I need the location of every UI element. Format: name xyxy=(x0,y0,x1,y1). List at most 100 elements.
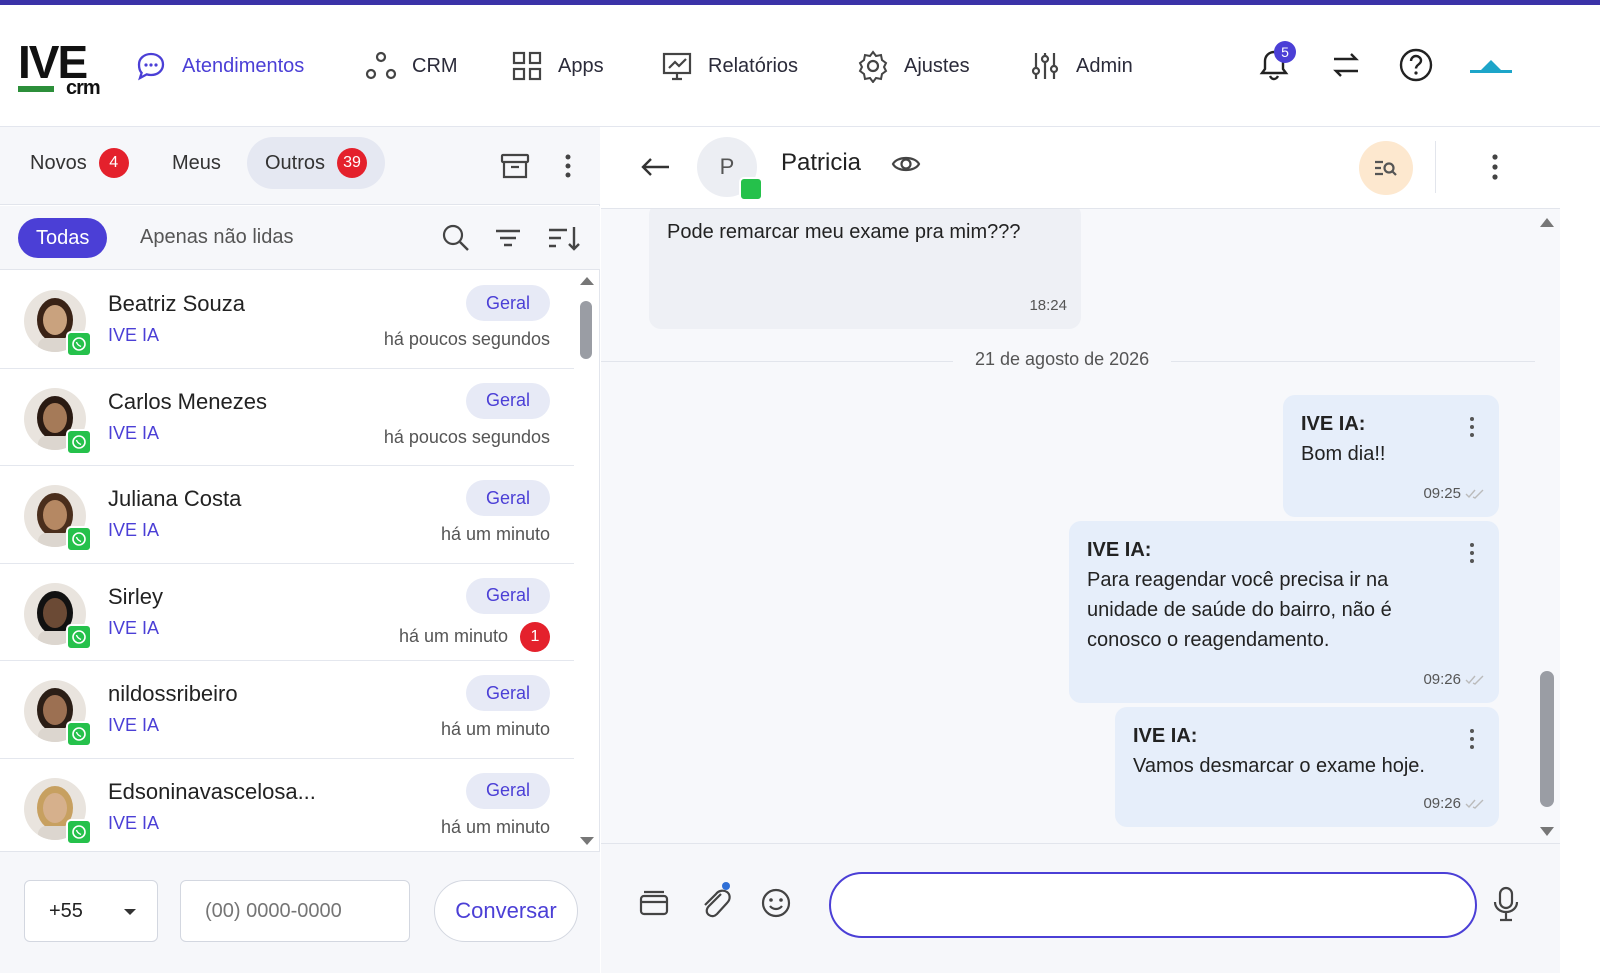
nav-label: Admin xyxy=(1076,54,1133,77)
country-code-select[interactable]: +55 xyxy=(24,880,158,942)
message-text: Pode remarcar meu exame pra mim??? xyxy=(667,221,1021,243)
message-text: Vamos desmarcar o exame hoje. xyxy=(1133,755,1425,777)
message-menu-icon[interactable] xyxy=(1467,727,1477,751)
nav-crm[interactable]: CRM xyxy=(364,5,458,127)
message-menu-icon[interactable] xyxy=(1467,415,1477,439)
contact-time: há um minuto 1 xyxy=(399,621,550,652)
message-text: Para reagendar você precisa ir na unidad… xyxy=(1087,569,1392,651)
tab-label: Novos xyxy=(30,151,87,174)
whatsapp-icon xyxy=(66,721,92,747)
contact-time: há poucos segundos xyxy=(383,426,550,447)
quick-replies-icon[interactable] xyxy=(637,886,671,920)
scroll-up-arrow-icon[interactable] xyxy=(578,271,596,289)
scroll-thumb[interactable] xyxy=(580,301,592,359)
chevron-down-icon xyxy=(124,909,136,915)
nav-label: Atendimentos xyxy=(182,54,305,77)
incoming-message: Pode remarcar meu exame pra mim??? 18:24 xyxy=(649,209,1081,329)
emoji-icon[interactable] xyxy=(759,886,793,920)
filter-bar: Todas Apenas não lidas xyxy=(0,206,600,270)
filter-todas-button[interactable]: Todas xyxy=(18,218,108,258)
transfer-button[interactable] xyxy=(1326,45,1366,85)
department-tag: Geral xyxy=(465,772,550,809)
double-check-icon xyxy=(1465,675,1484,685)
whatsapp-icon xyxy=(66,526,92,552)
tab-label: Meus xyxy=(172,151,221,174)
scroll-down-arrow-icon[interactable] xyxy=(578,833,596,851)
date-separator: 21 de agosto de 2026 xyxy=(953,349,1172,370)
outgoing-message: IVE IA: Bom dia!! 09:25 xyxy=(1283,395,1499,517)
nav-atendimentos[interactable]: Atendimentos xyxy=(134,5,304,127)
message-text: Bom dia!! xyxy=(1301,443,1386,465)
department-tag: Geral xyxy=(465,675,550,711)
contact-name[interactable]: Patricia xyxy=(781,149,861,177)
contact-list-item[interactable]: nildossribeiro IVE IA Geral há um minuto xyxy=(0,661,574,759)
contact-agent: IVE IA xyxy=(108,617,160,638)
microphone-icon[interactable] xyxy=(1489,884,1523,924)
contact-list-item[interactable]: Sirley IVE IA Geral há um minuto 1 xyxy=(0,563,574,661)
sliders-icon xyxy=(1031,53,1059,79)
message-sender: IVE IA: xyxy=(1087,539,1152,561)
company-logo-avatar[interactable] xyxy=(1466,45,1516,85)
help-button[interactable] xyxy=(1396,45,1436,85)
tab-meus[interactable]: Meus xyxy=(154,137,239,189)
more-vertical-icon[interactable] xyxy=(556,149,580,183)
tab-outros[interactable]: Outros 39 xyxy=(247,137,386,189)
department-tag: Geral xyxy=(465,382,550,419)
gear-icon xyxy=(858,50,888,83)
nav-ajustes[interactable]: Ajustes xyxy=(856,5,970,127)
message-sender: IVE IA: xyxy=(1301,413,1366,435)
contact-list-item[interactable]: Juliana Costa IVE IA Geral há um minuto xyxy=(0,466,574,564)
tab-novos[interactable]: Novos 4 xyxy=(12,137,147,189)
top-navigation-bar: IVE crm Atendimentos CRM Apps Relatórios… xyxy=(0,5,1600,127)
swap-arrows-icon xyxy=(1333,53,1359,77)
phone-input[interactable] xyxy=(180,880,410,942)
message-time: 18:24 xyxy=(1029,297,1067,314)
more-vertical-icon[interactable] xyxy=(1483,149,1507,185)
archive-icon[interactable] xyxy=(498,149,532,183)
back-arrow-icon[interactable] xyxy=(637,151,673,183)
conversar-button[interactable]: Conversar xyxy=(434,880,578,942)
contact-list-item[interactable]: Beatriz Souza IVE IA Geral há poucos seg… xyxy=(0,271,574,369)
contact-list-item[interactable]: Edsoninavascelosa... IVE IA Geral há um … xyxy=(0,758,574,851)
unread-badge: 1 xyxy=(520,621,550,652)
search-messages-button[interactable] xyxy=(1359,141,1413,195)
paperclip-icon[interactable] xyxy=(697,882,731,922)
outgoing-message: IVE IA: Para reagendar você precisa ir n… xyxy=(1069,521,1499,703)
sort-icon[interactable] xyxy=(546,222,582,254)
search-icon[interactable] xyxy=(440,222,472,254)
tab-count-badge: 39 xyxy=(337,148,368,178)
notifications-badge: 5 xyxy=(1274,41,1296,63)
company-logo-icon xyxy=(1470,60,1512,73)
whatsapp-icon xyxy=(66,331,92,357)
eye-icon[interactable] xyxy=(891,151,921,177)
message-time: 09:26 xyxy=(1423,789,1485,819)
nav-relatorios[interactable]: Relatórios xyxy=(660,5,798,127)
conversations-panel: Novos 4 Meus Outros 39 Todas Apenas não … xyxy=(0,127,600,973)
nav-admin[interactable]: Admin xyxy=(1028,5,1133,127)
nav-label: Ajustes xyxy=(904,54,970,77)
contact-agent: IVE IA xyxy=(108,812,160,833)
scroll-thumb[interactable] xyxy=(1540,671,1554,807)
messages-scrollbar[interactable] xyxy=(1537,209,1557,843)
contact-list: Beatriz Souza IVE IA Geral há poucos seg… xyxy=(0,271,574,851)
filter-unread-button[interactable]: Apenas não lidas xyxy=(140,226,293,249)
notifications-button[interactable]: 5 xyxy=(1254,41,1296,85)
contact-name: Carlos Menezes xyxy=(108,388,267,414)
contact-time: há um minuto xyxy=(440,816,550,837)
contact-list-scrollbar[interactable] xyxy=(578,271,596,851)
contact-time: há um minuto xyxy=(440,524,550,544)
scroll-up-arrow-icon[interactable] xyxy=(1538,215,1556,229)
message-menu-icon[interactable] xyxy=(1467,541,1477,565)
contact-name: Juliana Costa xyxy=(108,486,242,511)
help-circle-icon xyxy=(1399,48,1433,82)
whatsapp-icon xyxy=(66,818,92,845)
conversation-tabs: Novos 4 Meus Outros 39 xyxy=(0,127,600,205)
scroll-down-arrow-icon[interactable] xyxy=(1538,825,1556,839)
contact-list-item[interactable]: Carlos Menezes IVE IA Geral há poucos se… xyxy=(0,368,574,466)
filter-icon[interactable] xyxy=(492,222,524,254)
messages-area: Pode remarcar meu exame pra mim??? 18:24… xyxy=(601,209,1560,843)
message-input[interactable] xyxy=(829,872,1477,938)
whatsapp-icon xyxy=(66,623,92,650)
ive-crm-logo[interactable]: IVE crm xyxy=(18,39,118,99)
nav-apps[interactable]: Apps xyxy=(510,5,604,127)
